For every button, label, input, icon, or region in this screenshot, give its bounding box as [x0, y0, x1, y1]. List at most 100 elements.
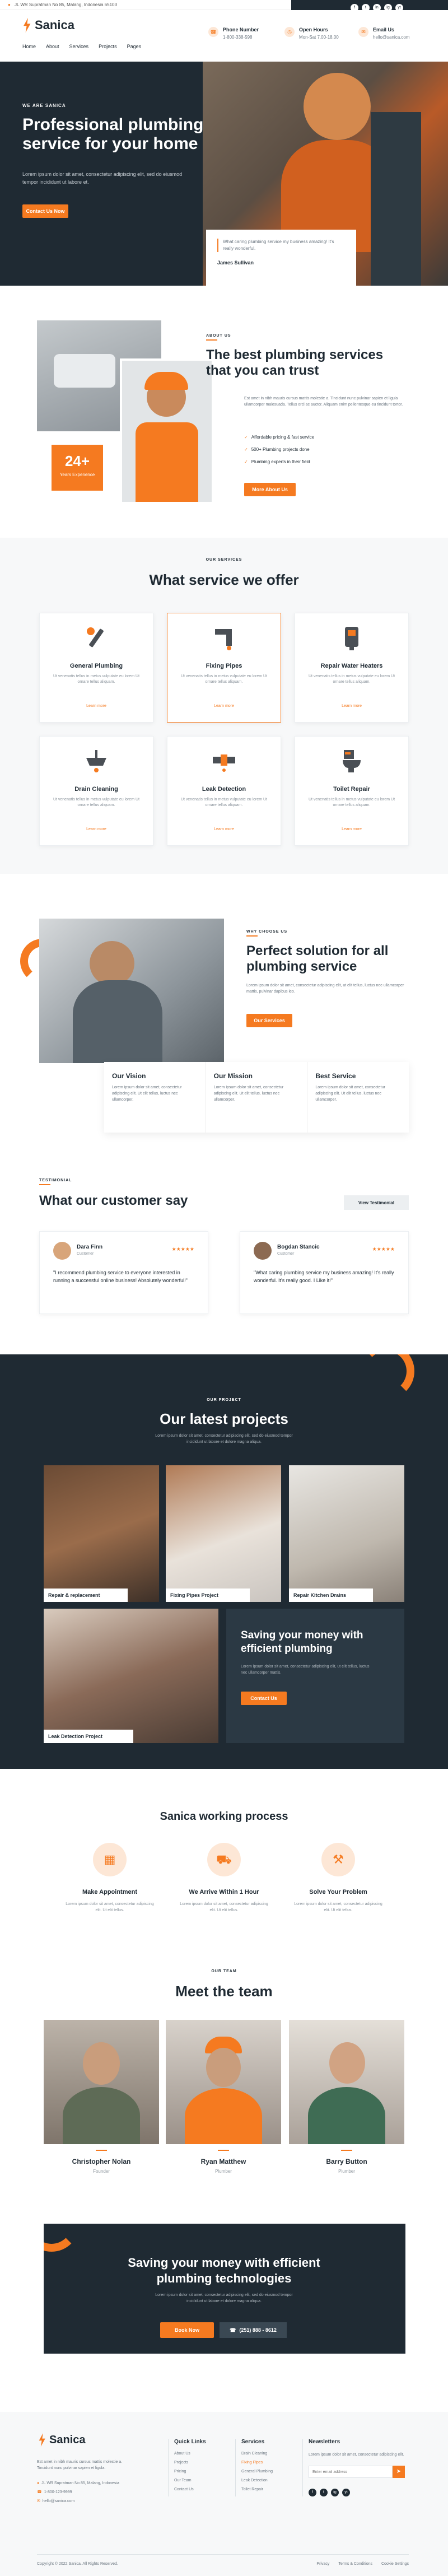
promo-contact-button[interactable]: Contact Us	[241, 1692, 287, 1705]
footer-link[interactable]: About Us	[174, 2452, 206, 2461]
team-title: Meet the team	[175, 1983, 273, 2000]
team-photo	[44, 2020, 159, 2144]
process-title: Sanica working process	[160, 1810, 288, 1823]
footer-link[interactable]: Toilet Repair	[241, 2488, 273, 2496]
footer-link[interactable]: Leak Detection	[241, 2479, 273, 2488]
nav-pages[interactable]: Pages	[127, 44, 142, 49]
check-icon: ✓	[244, 459, 248, 464]
terms-link[interactable]: Terms & Conditions	[338, 2562, 372, 2566]
facebook-icon[interactable]: f	[309, 2489, 316, 2496]
header: Sanica Home About Services Projects Page…	[0, 10, 448, 62]
team-member[interactable]: Ryan Matthew Plumber	[166, 2020, 281, 2188]
testimonials-title: What our customer say	[39, 1193, 188, 1208]
footer-link[interactable]: Projects	[174, 2461, 206, 2470]
process-step: ⛟ We Arrive Within 1 Hour Lorem ipsum do…	[168, 1843, 280, 1913]
check-icon: ✓	[244, 447, 248, 452]
service-card-toilet-repair[interactable]: Toilet Repair Ut venenatis tellus in met…	[295, 736, 409, 846]
team-member[interactable]: Christopher Nolan Founder	[44, 2020, 159, 2188]
projects-tag: OUR PROJECT	[207, 1398, 241, 1402]
cta-phone-button[interactable]: ☎ (251) 888 - 8612	[220, 2322, 287, 2338]
email-icon: ✉	[37, 2499, 40, 2503]
why-image	[39, 919, 224, 1063]
about-more-button[interactable]: More About Us	[244, 483, 296, 496]
logo-text: Sanica	[35, 18, 74, 32]
testimonial-card: Dara Finn Customer ★★★★★ "I recommend pl…	[39, 1231, 208, 1314]
learn-more-link[interactable]: Learn more	[167, 704, 281, 708]
service-card-fixing-pipes[interactable]: Fixing Pipes Ut venenatis tellus in metu…	[167, 613, 281, 723]
phone-icon: ☎	[208, 27, 218, 37]
nav-home[interactable]: Home	[22, 44, 36, 49]
nav-about[interactable]: About	[46, 44, 59, 49]
experience-badge: 24+ Years Experience	[52, 445, 103, 491]
feature-item: ✓ Plumbing experts in their field	[244, 459, 310, 464]
decor-arc	[44, 2224, 80, 2252]
star-rating: ★★★★★	[372, 1246, 395, 1252]
why-title: Perfect solution for all plumbing servic…	[246, 943, 389, 974]
learn-more-link[interactable]: Learn more	[295, 827, 408, 831]
services-title: What service we offer	[149, 571, 299, 588]
cta-text: Lorem ipsum dolor sit amet, consectetur …	[155, 2293, 293, 2303]
tools-icon: ⚒	[321, 1843, 355, 1876]
projects-promo: Saving your money with efficient plumbin…	[226, 1609, 404, 1743]
projects-text: Lorem ipsum dolor sit amet, consectetur …	[155, 1434, 293, 1444]
youtube-icon[interactable]: yt	[342, 2489, 350, 2496]
hero-quote-card: What caring plumbing service my business…	[206, 230, 356, 291]
footer-link[interactable]: Pricing	[174, 2470, 206, 2479]
testimonial-card: Bogdan Stancic Customer ★★★★★ "What cari…	[240, 1231, 409, 1314]
phone-icon: ☎	[230, 2327, 236, 2333]
logo[interactable]: Sanica	[21, 18, 74, 32]
service-card-drain-cleaning[interactable]: Drain Cleaning Ut venenatis tellus in me…	[39, 736, 153, 846]
service-card-water-heaters[interactable]: Repair Water Heaters Ut venenatis tellus…	[295, 613, 409, 723]
team-photo	[289, 2020, 404, 2144]
experience-label: Years Experience	[59, 472, 95, 477]
testimonials-tag: TESTIMONIAL	[39, 1178, 72, 1182]
footer-logo[interactable]: Sanica	[37, 2433, 85, 2447]
hours-label: Open Hours	[299, 27, 328, 32]
why-cols: Our Vision Lorem ipsum dolor sit amet, c…	[104, 1062, 409, 1133]
why-services-button[interactable]: Our Services	[246, 1014, 292, 1027]
cookie-link[interactable]: Cookie Settings	[381, 2562, 409, 2566]
project-card[interactable]: Fixing Pipes Project	[166, 1465, 281, 1602]
learn-more-link[interactable]: Learn more	[40, 827, 153, 831]
instagram-icon[interactable]: ig	[331, 2489, 339, 2496]
newsletter-email-input[interactable]	[309, 2466, 393, 2478]
footer-link[interactable]: Drain Cleaning	[241, 2452, 273, 2461]
footer-link[interactable]: Our Team	[174, 2479, 206, 2488]
privacy-link[interactable]: Privacy	[316, 2562, 329, 2566]
nav-services[interactable]: Services	[69, 44, 89, 49]
services-tag: OUR SERVICES	[206, 558, 242, 562]
project-card[interactable]: Leak Detection Project	[44, 1609, 218, 1743]
service-card-leak-detection[interactable]: Leak Detection Ut venenatis tellus in me…	[167, 736, 281, 846]
learn-more-link[interactable]: Learn more	[40, 704, 153, 708]
decor-arc	[358, 1354, 414, 1399]
hero-quote-author: James Sullivan	[217, 260, 254, 265]
copyright: Copyright © 2022 Sanica. All Rights Rese…	[37, 2562, 118, 2566]
topbar-address: JL WR Supratman No 85, Malang, Indonesia…	[15, 2, 117, 7]
footer-link[interactable]: Contact Us	[174, 2488, 206, 2496]
truck-icon: ⛟	[207, 1843, 241, 1876]
process-step: ▦ Make Appointment Lorem ipsum dolor sit…	[54, 1843, 166, 1913]
learn-more-link[interactable]: Learn more	[167, 827, 281, 831]
legal-links: Privacy Terms & Conditions Cookie Settin…	[280, 2562, 409, 2566]
about-features: ✓ Affordable pricing & fast service ✓ 500+…	[244, 435, 412, 472]
hero-contact-button[interactable]: Contact Us Now	[22, 204, 68, 218]
wrench-icon	[87, 627, 104, 648]
about-tag: ABOUT US	[206, 334, 231, 338]
footer-link[interactable]: Fixing Pipes	[241, 2461, 273, 2470]
team-member[interactable]: Barry Button Plumber	[289, 2020, 404, 2188]
service-card-general-plumbing[interactable]: General Plumbing Ut venenatis tellus in …	[39, 613, 153, 723]
project-card[interactable]: Repair Kitchen Drains	[289, 1465, 404, 1602]
learn-more-link[interactable]: Learn more	[295, 704, 408, 708]
phone-label: Phone Number	[223, 27, 259, 32]
avatar	[53, 1242, 71, 1260]
book-now-button[interactable]: Book Now	[160, 2322, 214, 2338]
project-card[interactable]: Repair & replacement	[44, 1465, 159, 1602]
view-testimonial-button[interactable]: View Testimonial	[344, 1195, 409, 1210]
nav-projects[interactable]: Projects	[99, 44, 117, 49]
footer-link[interactable]: General Plumbing	[241, 2470, 273, 2479]
mission-col: Our Mission Lorem ipsum dolor sit amet, …	[206, 1062, 308, 1133]
newsletter-submit-button[interactable]: ➤	[393, 2466, 405, 2478]
footer-social: f t ig yt	[305, 2486, 409, 2496]
twitter-icon[interactable]: t	[320, 2489, 328, 2496]
why-text: Lorem ipsum dolor sit amet, consectetur …	[246, 984, 404, 994]
